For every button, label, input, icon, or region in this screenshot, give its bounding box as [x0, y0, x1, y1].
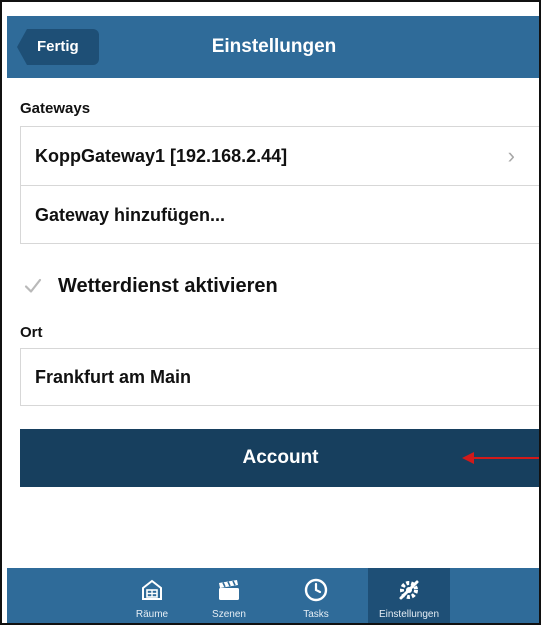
weather-checkbox-label: Wetterdienst aktivieren — [58, 274, 278, 297]
tab-settings-label: Einstellungen — [378, 609, 440, 620]
tab-tasks-label: Tasks — [303, 609, 329, 620]
add-gateway-label: Gateway hinzufügen... — [35, 205, 226, 225]
back-button[interactable]: Fertig — [17, 29, 99, 65]
tab-scenes-label: Szenen — [212, 609, 246, 620]
tab-tasks[interactable]: Tasks — [280, 568, 352, 623]
navigation-bar: Fertig Einstellungen — [7, 16, 539, 78]
location-section-label: Ort — [20, 324, 43, 341]
clock-icon — [304, 578, 328, 602]
tab-rooms-label: Räume — [135, 609, 169, 620]
chevron-right-icon: › — [507, 143, 515, 168]
gateways-section-label: Gateways — [20, 100, 91, 117]
weather-checkbox[interactable] — [24, 277, 42, 295]
app-frame: Fertig Einstellungen Gateways KoppGatewa… — [0, 0, 541, 625]
gateway-item-label: KoppGateway1 [192.168.2.44] — [35, 146, 288, 166]
checkmark-icon — [24, 278, 42, 293]
account-button[interactable]: Account — [20, 429, 539, 487]
settings-icon — [399, 580, 419, 600]
location-input[interactable] — [20, 348, 539, 406]
weather-checkbox-row[interactable]: Wetterdienst aktivieren — [24, 269, 278, 303]
gateway-item[interactable]: KoppGateway1 [192.168.2.44] › — [21, 127, 539, 185]
clapperboard-icon — [219, 580, 239, 600]
rooms-icon — [142, 579, 162, 600]
tab-rooms[interactable]: Räume — [116, 568, 188, 623]
tab-bar: Räume Szenen Tasks Einstellungen — [7, 568, 539, 623]
add-gateway-item[interactable]: Gateway hinzufügen... — [21, 185, 539, 243]
gateways-list: KoppGateway1 [192.168.2.44] › Gateway hi… — [20, 126, 539, 244]
tab-settings[interactable]: Einstellungen — [368, 568, 450, 623]
tab-scenes[interactable]: Szenen — [193, 568, 265, 623]
